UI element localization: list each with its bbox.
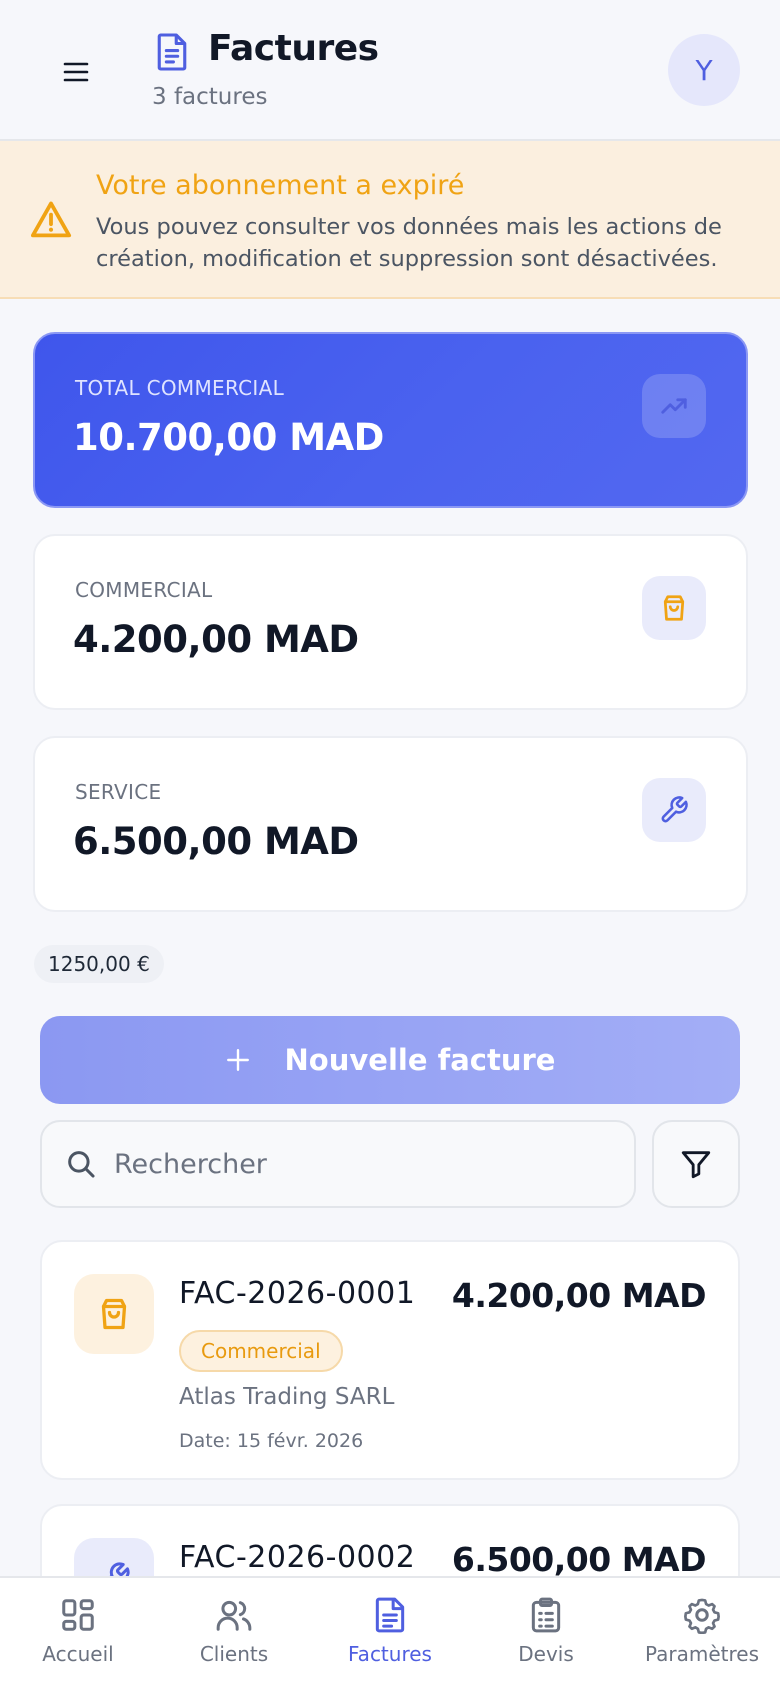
tab-label: Clients	[199, 1642, 269, 1666]
card-icon-box	[642, 778, 706, 842]
hamburger-menu-icon	[63, 62, 89, 82]
tab-factures[interactable]: Factures	[312, 1578, 468, 1688]
clipboard-list-icon	[531, 1597, 561, 1633]
invoice-date: Date: 15 févr. 2026	[179, 1430, 364, 1452]
amount-chip: 1250,00 €	[34, 945, 164, 983]
app-header: Factures 3 factures Y	[0, 0, 780, 141]
invoice-type-icon-box	[74, 1274, 154, 1354]
search-input[interactable]	[114, 1144, 614, 1184]
banner-message: Vous pouvez consulter vos données mais l…	[96, 214, 722, 272]
tab-devis[interactable]: Devis	[468, 1578, 624, 1688]
invoice-type-badge: Commercial	[179, 1330, 343, 1372]
total-commercial-card: TOTAL COMMERCIAL 10.700,00 MAD	[33, 332, 748, 508]
invoice-client: Atlas Trading SARL	[179, 1384, 395, 1410]
invoice-number: FAC-2026-0001	[179, 1276, 416, 1311]
document-icon	[375, 1597, 405, 1633]
card-label: SERVICE	[75, 780, 162, 804]
filter-icon	[681, 1151, 711, 1179]
card-icon-box	[642, 576, 706, 640]
filter-button[interactable]	[652, 1120, 740, 1208]
menu-button[interactable]	[58, 54, 94, 90]
tab-label: Devis	[518, 1642, 574, 1666]
search-icon	[68, 1151, 95, 1178]
commercial-card: COMMERCIAL 4.200,00 MAD	[33, 534, 748, 710]
shopping-bag-icon	[663, 595, 685, 621]
card-value: 10.700,00 MAD	[73, 416, 384, 459]
new-invoice-label: Nouvelle facture	[284, 1043, 556, 1077]
banner-title: Votre abonnement a expiré	[96, 170, 465, 201]
tab-accueil[interactable]: Accueil	[0, 1578, 156, 1688]
card-value: 6.500,00 MAD	[73, 820, 359, 863]
dashboard-grid-icon	[62, 1599, 94, 1631]
invoice-count: 3 factures	[152, 84, 268, 110]
gear-icon	[684, 1598, 720, 1634]
tab-label: Paramètres	[644, 1642, 760, 1666]
document-icon	[157, 33, 187, 71]
bottom-tab-bar: Accueil Clients Factures Devis Paramètre…	[0, 1576, 780, 1688]
avatar[interactable]: Y	[668, 34, 740, 106]
page-title: Factures	[208, 28, 379, 69]
plus-icon	[226, 1049, 249, 1071]
card-label: TOTAL COMMERCIAL	[75, 376, 285, 400]
tab-clients[interactable]: Clients	[156, 1578, 312, 1688]
search-box	[40, 1120, 636, 1208]
wrench-icon	[661, 796, 688, 823]
card-label: COMMERCIAL	[75, 578, 213, 602]
users-icon	[216, 1600, 252, 1631]
invoice-card[interactable]: FAC-2026-0001 4.200,00 MAD Commercial At…	[40, 1240, 740, 1480]
new-invoice-button[interactable]: Nouvelle facture	[40, 1016, 740, 1104]
trending-up-icon	[661, 398, 687, 414]
card-value: 4.200,00 MAD	[73, 618, 359, 661]
invoice-amount: 6.500,00 MAD	[451, 1540, 707, 1579]
card-icon-box	[642, 374, 706, 438]
tab-parametres[interactable]: Paramètres	[624, 1578, 780, 1688]
tab-label: Factures	[348, 1642, 432, 1666]
shopping-bag-icon	[101, 1298, 127, 1330]
invoice-amount: 4.200,00 MAD	[451, 1276, 707, 1315]
invoice-number: FAC-2026-0002	[179, 1540, 416, 1575]
warning-triangle-icon	[30, 201, 72, 238]
service-card: SERVICE 6.500,00 MAD	[33, 736, 748, 912]
tab-label: Accueil	[42, 1642, 114, 1666]
